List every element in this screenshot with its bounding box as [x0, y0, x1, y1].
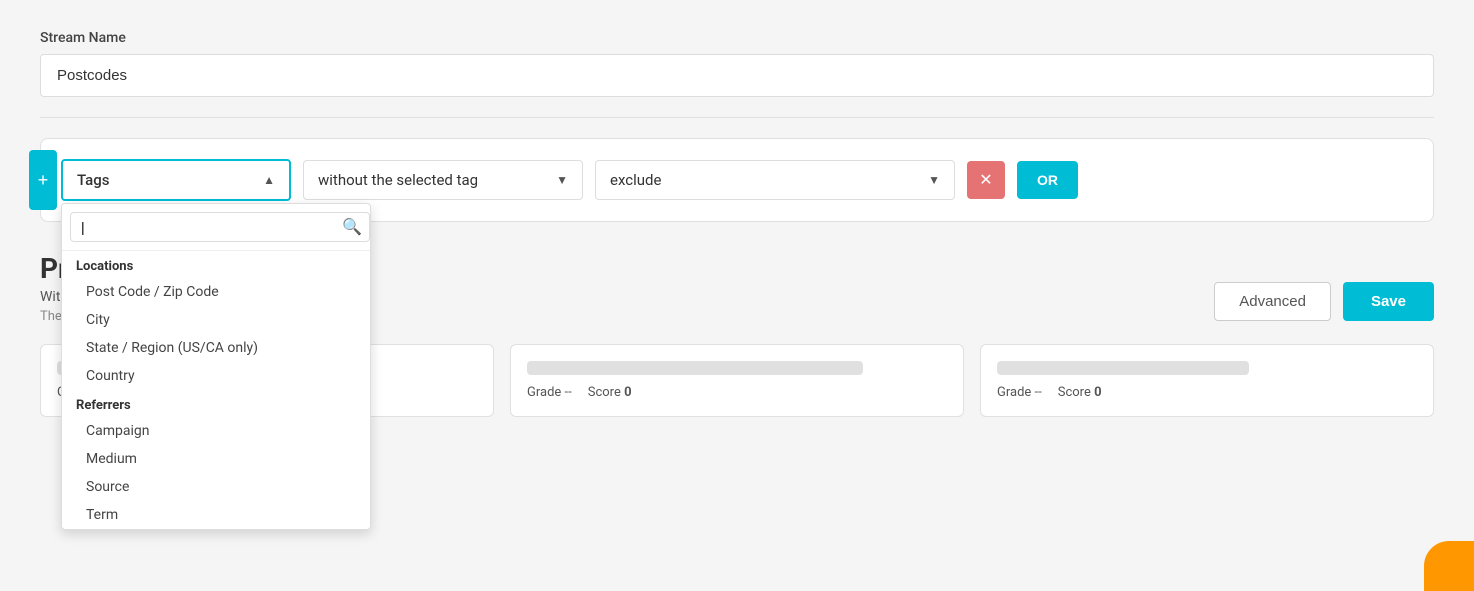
save-button[interactable]: Save — [1343, 282, 1434, 321]
referrers-group-label: Referrers — [62, 390, 370, 417]
divider — [40, 117, 1434, 118]
menu-item-medium[interactable]: Medium — [62, 445, 370, 473]
advanced-button[interactable]: Advanced — [1214, 282, 1331, 321]
menu-item-campaign[interactable]: Campaign — [62, 417, 370, 445]
dropdown-search-button[interactable]: 🔍 — [342, 217, 362, 237]
score-label-3: Score 0 — [1058, 385, 1102, 400]
filter-card: + Tags ▲ 🔍 Locations Post Code / Zip Cod… — [40, 138, 1434, 222]
tags-dropdown-menu: 🔍 Locations Post Code / Zip Code City St… — [61, 203, 371, 530]
exclude-dropdown[interactable]: exclude ▼ — [595, 160, 955, 200]
add-filter-button[interactable]: + — [29, 150, 57, 210]
card-bar-3 — [997, 361, 1249, 375]
tags-dropdown[interactable]: Tags ▲ — [61, 159, 291, 201]
menu-item-postcode[interactable]: Post Code / Zip Code — [62, 278, 370, 306]
condition-dropdown[interactable]: without the selected tag ▼ — [303, 160, 583, 200]
filter-row: Tags ▲ 🔍 Locations Post Code / Zip Code … — [61, 159, 1413, 201]
chevron-up-icon: ▲ — [263, 173, 275, 187]
search-box: 🔍 — [62, 204, 370, 251]
menu-item-country[interactable]: Country — [62, 362, 370, 390]
locations-group-label: Locations — [62, 251, 370, 278]
actions-row: Advanced Save — [1214, 282, 1434, 321]
card-meta-3: Grade -- Score 0 — [997, 385, 1417, 400]
chat-widget[interactable] — [1424, 541, 1474, 591]
condition-label: without the selected tag — [318, 171, 478, 189]
menu-item-term[interactable]: Term — [62, 501, 370, 529]
exclude-chevron-icon: ▼ — [928, 173, 940, 187]
remove-icon: ✕ — [979, 170, 992, 190]
card-meta-2: Grade -- Score 0 — [527, 385, 947, 400]
menu-item-state[interactable]: State / Region (US/CA only) — [62, 334, 370, 362]
exclude-label: exclude — [610, 171, 661, 189]
tags-dropdown-label: Tags — [77, 171, 109, 189]
contact-card-2: Grade -- Score 0 — [510, 344, 964, 417]
stream-name-label: Stream Name — [40, 30, 1434, 46]
exclude-dropdown-wrapper: exclude ▼ — [595, 160, 955, 200]
grade-label-2: Grade -- — [527, 385, 572, 400]
dropdown-search-input[interactable] — [70, 212, 370, 242]
condition-chevron-icon: ▼ — [556, 173, 568, 187]
menu-item-source[interactable]: Source — [62, 473, 370, 501]
stream-name-input[interactable] — [40, 54, 1434, 97]
stream-name-section: Stream Name — [40, 30, 1434, 97]
card-bar-2 — [527, 361, 863, 375]
score-label-2: Score 0 — [588, 385, 632, 400]
or-button[interactable]: OR — [1017, 161, 1078, 199]
tags-dropdown-wrapper: Tags ▲ 🔍 Locations Post Code / Zip Code … — [61, 159, 291, 201]
remove-filter-button[interactable]: ✕ — [967, 161, 1005, 199]
menu-item-city[interactable]: City — [62, 306, 370, 334]
contact-card-3: Grade -- Score 0 — [980, 344, 1434, 417]
condition-dropdown-wrapper: without the selected tag ▼ — [303, 160, 583, 200]
grade-label-3: Grade -- — [997, 385, 1042, 400]
